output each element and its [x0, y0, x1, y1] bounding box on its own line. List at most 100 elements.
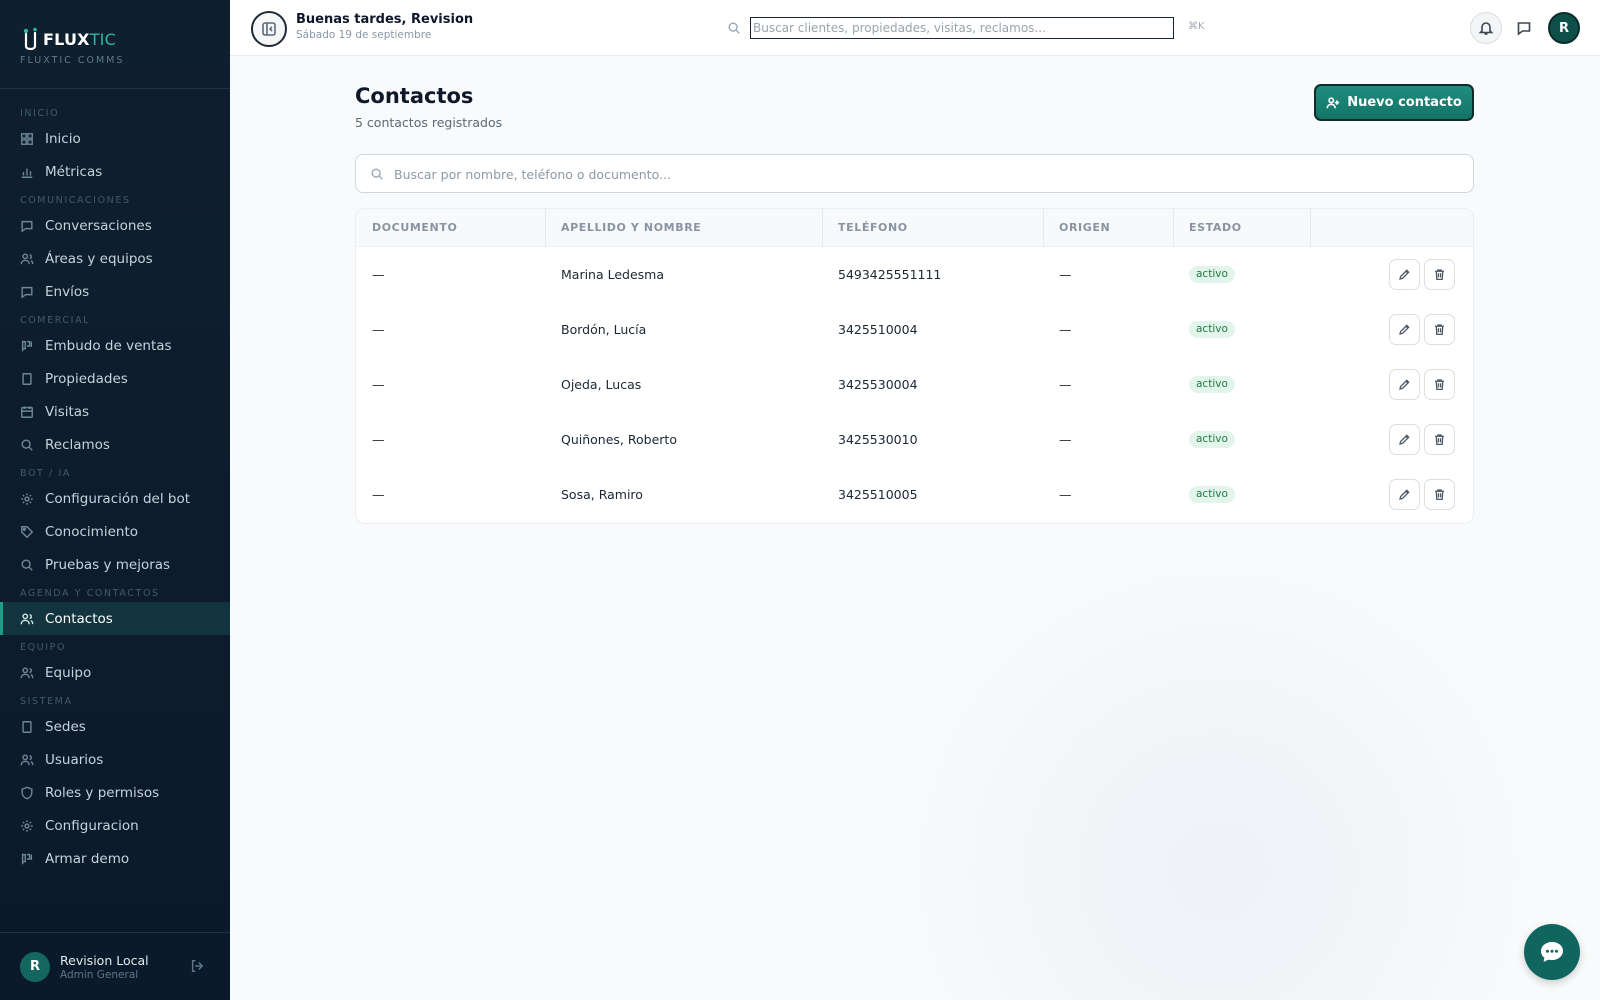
delete-button[interactable] — [1424, 424, 1455, 455]
nav-section-title: SISTEMA — [20, 696, 73, 707]
column-header-estado[interactable]: ESTADO — [1189, 209, 1242, 247]
brand-name-part1: FLUX — [43, 29, 90, 49]
cell-telefono: 5493425551111 — [838, 267, 942, 282]
sidebar-item-conversaciones[interactable]: Conversaciones — [0, 209, 230, 242]
cell-documento: — — [372, 322, 385, 337]
trash-icon — [1435, 379, 1444, 391]
user-avatar[interactable]: R — [1548, 12, 1580, 44]
trash-icon — [1435, 324, 1444, 336]
delete-button[interactable] — [1424, 369, 1455, 400]
sidebar-item-label: Armar demo — [45, 850, 130, 867]
cell-telefono: 3425530010 — [838, 432, 918, 447]
sidebar-item-label: Métricas — [45, 163, 103, 180]
contacts-search-input[interactable] — [394, 163, 1454, 185]
sidebar-item-visitas[interactable]: Visitas — [0, 395, 230, 428]
table-row[interactable]: — Sosa, Ramiro 3425510005 — activo — [356, 467, 1473, 522]
users-icon — [20, 753, 34, 765]
sidebar-item-conocimiento[interactable]: Conocimiento — [0, 515, 230, 548]
sidebar-item-configuracion-del-bot[interactable]: Configuración del bot — [0, 482, 230, 515]
greeting-date: Sábado 19 de septiembre — [296, 29, 432, 41]
column-header-telefono[interactable]: TELÉFONO — [838, 209, 908, 247]
trash-icon — [1435, 434, 1444, 446]
kanban-icon — [21, 340, 33, 351]
trash-icon — [1435, 489, 1444, 501]
building-icon — [22, 372, 32, 385]
collapse-sidebar-button[interactable] — [251, 11, 287, 47]
messages-button[interactable] — [1508, 12, 1540, 44]
sidebar-item-label: Roles y permisos — [45, 784, 160, 801]
delete-button[interactable] — [1424, 314, 1455, 345]
sidebar-item-label: Configuración del bot — [45, 490, 191, 507]
sidebar-item-metricas[interactable]: Métricas — [0, 155, 230, 188]
brand-subtitle: FLUXTIC COMMS — [20, 55, 125, 66]
column-header-origen[interactable]: ORIGEN — [1059, 209, 1110, 247]
sidebar-item-usuarios[interactable]: Usuarios — [0, 743, 230, 776]
message-icon — [21, 286, 33, 299]
sidebar-item-roles-y-permisos[interactable]: Roles y permisos — [0, 776, 230, 809]
cell-origen: — — [1059, 487, 1072, 502]
table-row[interactable]: — Bordón, Lucía 3425510004 — activo — [356, 302, 1473, 357]
sidebar-item-contactos[interactable]: Contactos — [0, 602, 230, 635]
chat-widget-button[interactable] — [1524, 924, 1580, 980]
sidebar-item-areas-y-equipos[interactable]: Áreas y equipos — [0, 242, 230, 275]
column-header-documento[interactable]: DOCUMENTO — [372, 209, 457, 247]
tag-icon — [21, 525, 34, 538]
status-badge: activo — [1189, 486, 1235, 503]
table-row[interactable]: — Quiñones, Roberto 3425530010 — activo — [356, 412, 1473, 467]
bar-chart-icon — [21, 168, 33, 178]
nav-section-title: INICIO — [20, 108, 60, 119]
cell-telefono: 3425510005 — [838, 487, 918, 502]
building-icon — [22, 720, 32, 733]
edit-button[interactable] — [1389, 314, 1420, 345]
sidebar-item-equipo[interactable]: Equipo — [0, 656, 230, 689]
global-search: ⌘K — [715, 15, 1205, 41]
logo-icon — [23, 27, 37, 51]
cell-documento: — — [372, 487, 385, 502]
table-row[interactable]: — Ojeda, Lucas 3425530004 — activo — [356, 357, 1473, 412]
grid-icon — [21, 132, 33, 145]
pencil-icon — [1399, 489, 1410, 500]
contacts-table: DOCUMENTO APELLIDO Y NOMBRE TELÉFONO ORI… — [355, 208, 1474, 524]
cell-nombre: Ojeda, Lucas — [561, 377, 642, 392]
brand: FLUX TIC FLUXTIC COMMS — [0, 0, 230, 89]
new-contact-button[interactable]: Nuevo contacto — [1314, 84, 1474, 121]
table-row[interactable]: — Marina Ledesma 5493425551111 — activo — [356, 247, 1473, 302]
sidebar-user[interactable]: R Revision Local Admin General — [0, 932, 230, 1000]
edit-button[interactable] — [1389, 369, 1420, 400]
search-icon — [21, 558, 33, 571]
sidebar-item-label: Sedes — [45, 718, 86, 735]
sidebar-item-envios[interactable]: Envíos — [0, 275, 230, 308]
sidebar-item-inicio[interactable]: Inicio — [0, 122, 230, 155]
sidebar-item-reclamos[interactable]: Reclamos — [0, 428, 230, 461]
sidebar-item-propiedades[interactable]: Propiedades — [0, 362, 230, 395]
logout-icon[interactable] — [190, 959, 204, 973]
global-search-input[interactable] — [750, 17, 1174, 39]
sidebar-item-embudo-de-ventas[interactable]: Embudo de ventas — [0, 329, 230, 362]
column-header-nombre[interactable]: APELLIDO Y NOMBRE — [561, 209, 701, 247]
pencil-icon — [1399, 324, 1410, 335]
edit-button[interactable] — [1389, 424, 1420, 455]
new-contact-label: Nuevo contacto — [1347, 95, 1462, 110]
nav-section-title: COMERCIAL — [20, 315, 91, 326]
cell-nombre: Quiñones, Roberto — [561, 432, 677, 447]
sidebar-item-armar-demo[interactable]: Armar demo — [0, 842, 230, 875]
sidebar-item-label: Embudo de ventas — [45, 337, 172, 354]
user-role: Admin General — [60, 968, 139, 981]
sidebar-item-pruebas-y-mejoras[interactable]: Pruebas y mejoras — [0, 548, 230, 581]
delete-button[interactable] — [1424, 259, 1455, 290]
brand-logo[interactable]: FLUX TIC — [20, 26, 230, 52]
notifications-button[interactable] — [1470, 12, 1502, 44]
greeting: Buenas tardes, Revision Sábado 19 de sep… — [296, 12, 473, 41]
greeting-title: Buenas tardes, Revision — [296, 12, 474, 27]
topbar: Buenas tardes, Revision Sábado 19 de sep… — [230, 0, 1600, 56]
sidebar-item-label: Envíos — [45, 283, 90, 300]
edit-button[interactable] — [1389, 259, 1420, 290]
pencil-icon — [1399, 269, 1410, 280]
sidebar-item-configuracion[interactable]: Configuracion — [0, 809, 230, 842]
chat-bubble-icon — [1541, 942, 1563, 962]
edit-button[interactable] — [1389, 479, 1420, 510]
main-content: Contactos 5 contactos registrados Nuevo … — [230, 56, 1600, 1000]
pencil-icon — [1399, 379, 1410, 390]
sidebar-item-sedes[interactable]: Sedes — [0, 710, 230, 743]
delete-button[interactable] — [1424, 479, 1455, 510]
